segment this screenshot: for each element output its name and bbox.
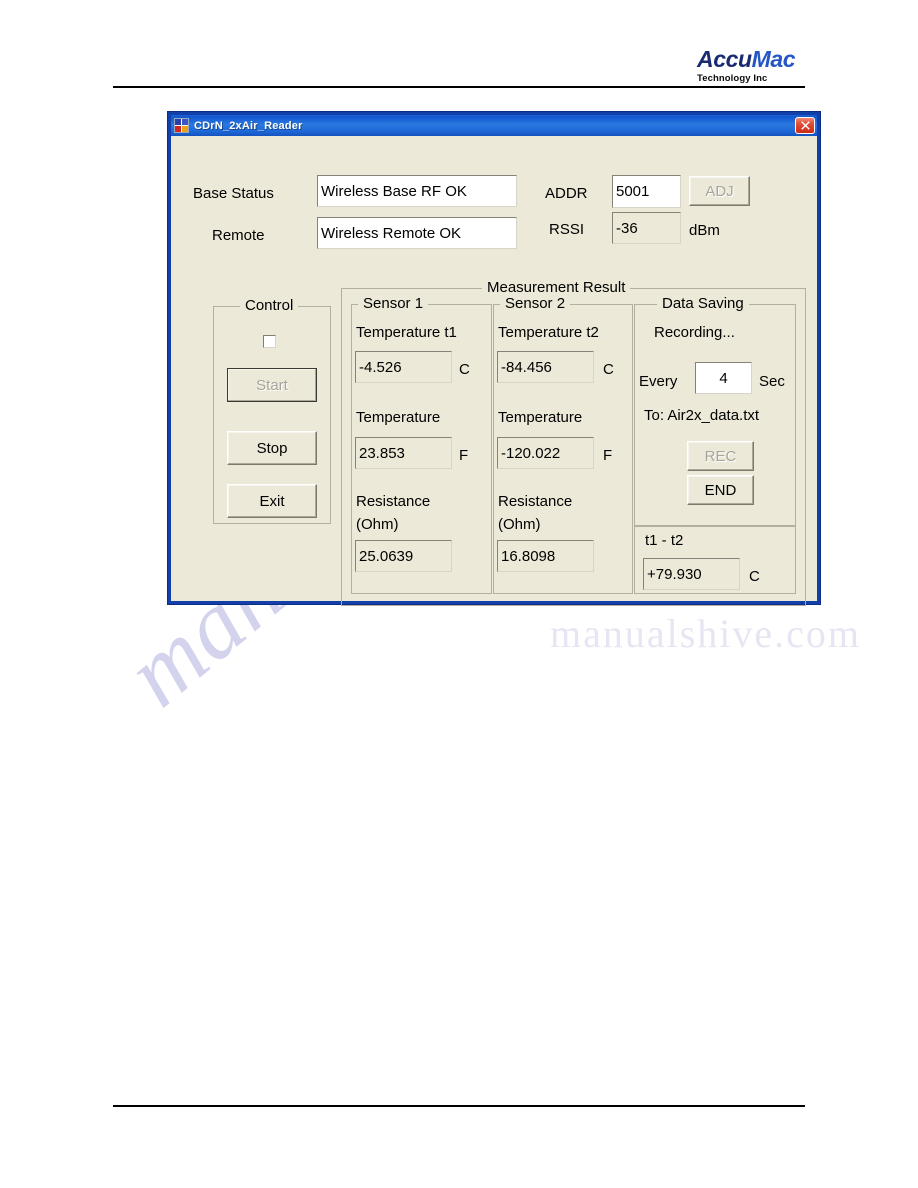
rssi-unit-label: dBm — [689, 222, 720, 239]
difference-field: +79.930 — [643, 558, 740, 590]
sensor2-temp-c-field: -84.456 — [497, 351, 594, 383]
sensor2-temp-label: Temperature t2 — [498, 324, 599, 341]
sensor1-temp-f-unit: F — [459, 447, 469, 464]
footer-rule — [113, 1105, 805, 1107]
remote-status-field: Wireless Remote OK — [317, 217, 517, 249]
close-icon[interactable] — [795, 117, 815, 134]
addr-label: ADDR — [545, 185, 588, 202]
every-label: Every — [639, 373, 678, 390]
brand-name-mac: Mac — [751, 46, 796, 72]
sensor2-temp-f-field: -120.022 — [497, 437, 594, 469]
sensor2-resistance-unit-label: (Ohm) — [498, 516, 541, 533]
control-group-title: Control — [240, 297, 299, 314]
window-client-area: Base Status Wireless Base RF OK Remote W… — [171, 136, 817, 606]
measurement-result-title: Measurement Result — [482, 279, 631, 296]
application-window: CDrN_2xAir_Reader Base Status Wireless B… — [168, 112, 820, 606]
sensor1-temp-c-unit: C — [459, 361, 470, 378]
sensor1-resistance-field: 25.0639 — [355, 540, 452, 572]
output-file-label: To: Air2x_data.txt — [644, 407, 760, 424]
watermark-secondary-text: manualshive.com — [550, 611, 862, 656]
sensor2-resistance-label: Resistance — [498, 493, 573, 510]
base-status-field: Wireless Base RF OK — [317, 175, 517, 207]
sensor1-temp-f-label: Temperature — [356, 409, 441, 426]
sensor1-resistance-unit-label: (Ohm) — [356, 516, 399, 533]
addr-input[interactable]: 5001 — [612, 175, 681, 208]
sensor1-temp-c-field: -4.526 — [355, 351, 452, 383]
control-checkbox[interactable] — [263, 335, 276, 348]
brand-tagline: Technology Inc — [697, 73, 768, 84]
document-page: AccuMac Technology Inc manualshive.com m… — [0, 0, 918, 1188]
app-icon — [174, 118, 189, 133]
difference-unit-label: C — [749, 568, 760, 585]
sensor2-temp-f-label: Temperature — [498, 409, 583, 426]
sensor1-temp-label: Temperature t1 — [356, 324, 457, 341]
sec-label: Sec — [759, 373, 785, 390]
sensor1-temp-f-field: 23.853 — [355, 437, 452, 469]
interval-input[interactable]: 4 — [695, 362, 752, 394]
window-title: CDrN_2xAir_Reader — [194, 119, 303, 132]
recording-status-label: Recording... — [654, 324, 735, 341]
sensor1-title: Sensor 1 — [358, 295, 429, 312]
rssi-field: -36 — [612, 212, 681, 244]
start-button[interactable]: Start — [227, 368, 317, 402]
sensor2-resistance-field: 16.8098 — [497, 540, 594, 572]
window-titlebar[interactable]: CDrN_2xAir_Reader — [171, 115, 817, 136]
sensor2-temp-f-unit: F — [603, 447, 613, 464]
brand-wordmark: AccuMac — [697, 48, 877, 71]
remote-status-label: Remote — [212, 227, 265, 244]
sensor2-temp-c-unit: C — [603, 361, 614, 378]
stop-button[interactable]: Stop — [227, 431, 317, 465]
end-button[interactable]: END — [687, 475, 754, 505]
adj-button[interactable]: ADJ — [689, 176, 750, 206]
difference-label: t1 - t2 — [645, 532, 684, 549]
rec-button[interactable]: REC — [687, 441, 754, 471]
sensor2-title: Sensor 2 — [500, 295, 571, 312]
exit-button[interactable]: Exit — [227, 484, 317, 518]
sensor1-resistance-label: Resistance — [356, 493, 431, 510]
brand-name-accu: Accu — [697, 46, 752, 72]
rssi-label: RSSI — [549, 221, 585, 238]
data-saving-title: Data Saving — [657, 295, 749, 312]
brand-logo: AccuMac Technology Inc — [697, 48, 877, 84]
base-status-label: Base Status — [193, 185, 274, 202]
header-rule — [113, 86, 805, 88]
